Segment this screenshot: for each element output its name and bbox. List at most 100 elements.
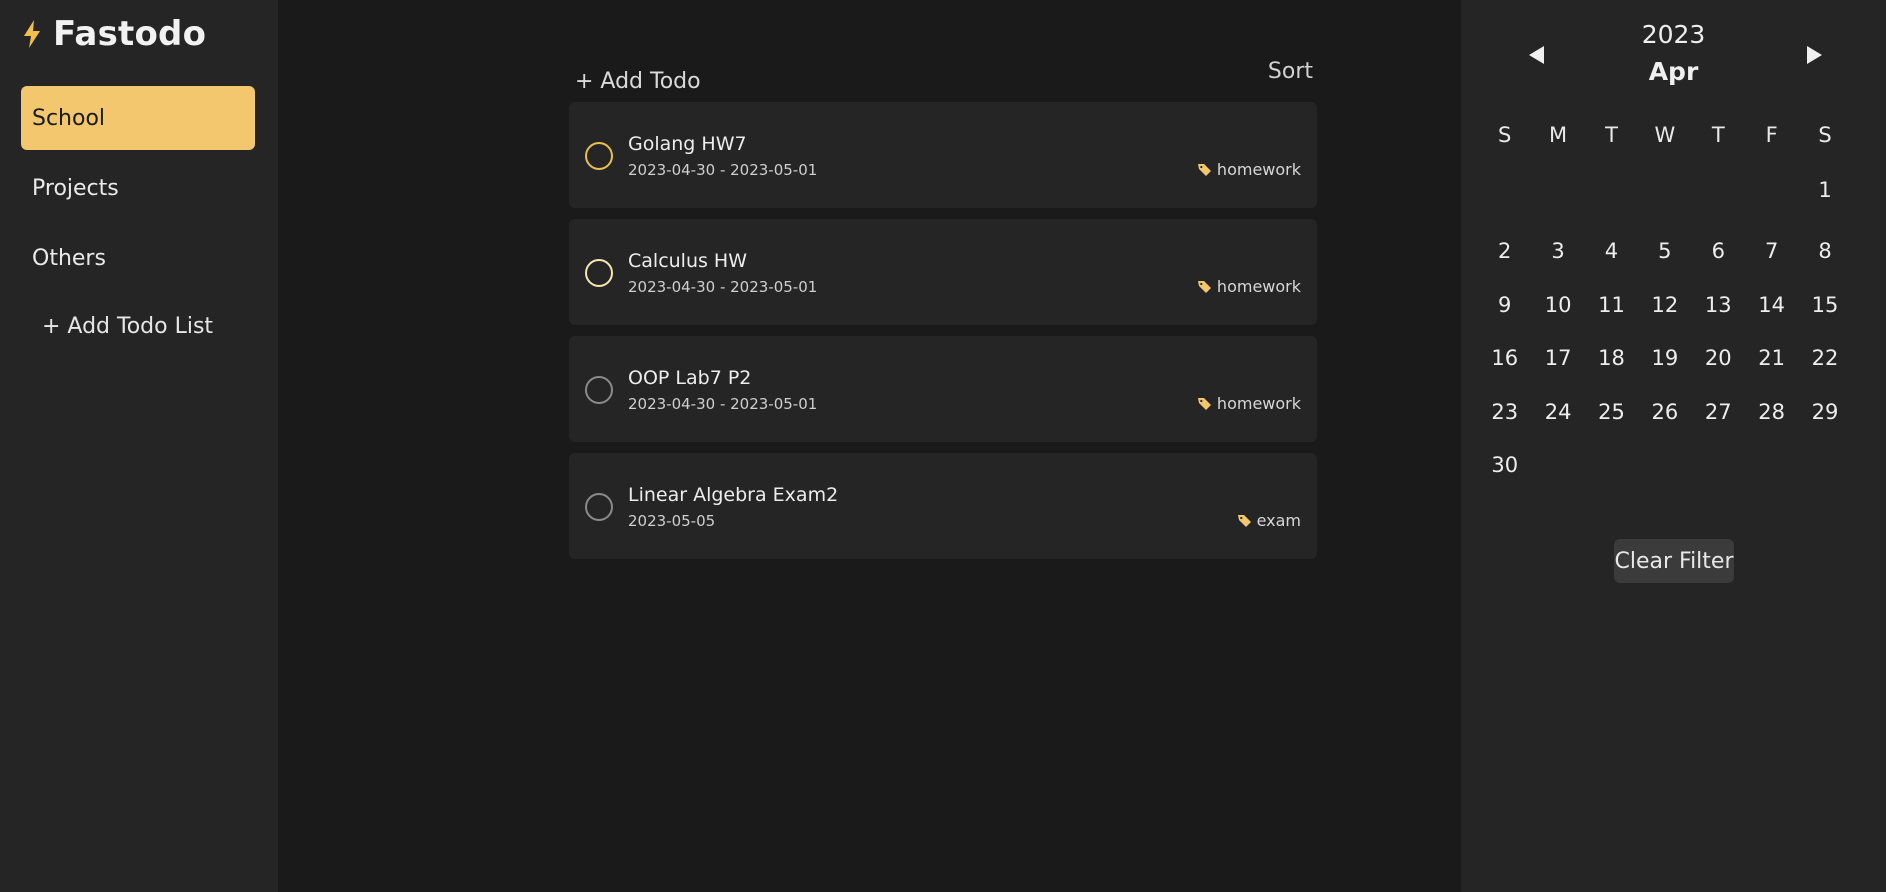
calendar-day-empty	[1798, 439, 1851, 493]
todo-date: 2023-04-30 - 2023-05-01	[628, 161, 818, 179]
calendar-day[interactable]: 14	[1745, 279, 1798, 333]
todo-title: Linear Algebra Exam2	[628, 484, 839, 506]
calendar-panel: 2023 Apr S M T W T F S 1 2 3 4 5 6 7 8 9 10 11 12 13…	[1461, 0, 1886, 892]
todo-date: 2023-05-05	[628, 512, 716, 530]
todo-item[interactable]: Calculus HW 2023-04-30 - 2023-05-01 home…	[569, 219, 1317, 325]
weekday-label: F	[1765, 123, 1778, 147]
calendar-day[interactable]: 9	[1478, 279, 1531, 333]
calendar-day[interactable]: 2	[1478, 225, 1531, 279]
calendar-day[interactable]: 12	[1638, 279, 1691, 333]
calendar-day-empty	[1638, 155, 1691, 225]
calendar-day[interactable]: 6	[1692, 225, 1745, 279]
calendar-day-empty	[1478, 155, 1531, 225]
app-title: Fastodo	[53, 14, 207, 54]
calendar-day[interactable]: 17	[1531, 332, 1584, 386]
calendar-day[interactable]: 28	[1745, 386, 1798, 440]
sidebar-item-school[interactable]: School	[21, 86, 255, 150]
weekday-label: T	[1605, 123, 1618, 147]
tag-icon	[1197, 281, 1211, 293]
tag-icon	[1197, 164, 1211, 176]
calendar-day[interactable]: 29	[1798, 386, 1851, 440]
weekday-label: M	[1549, 123, 1568, 147]
calendar-day[interactable]: 3	[1531, 225, 1584, 279]
todo-checkbox[interactable]	[585, 259, 613, 287]
calendar-grid: S M T W T F S 1 2 3 4 5 6 7 8 9 10 11 12 13 14 15 16 17 1…	[1478, 115, 1852, 493]
calendar-day[interactable]: 5	[1638, 225, 1691, 279]
todo-panel: + Add Todo Sort Golang HW7 2023-04-30 - …	[569, 52, 1317, 570]
todo-item[interactable]: Golang HW7 2023-04-30 - 2023-05-01 homew…	[569, 102, 1317, 208]
main-area: + Add Todo Sort Golang HW7 2023-04-30 - …	[278, 0, 1461, 892]
todo-item[interactable]: Linear Algebra Exam2 2023-05-05 exam	[569, 453, 1317, 559]
calendar-day-empty	[1692, 155, 1745, 225]
weekday-label: S	[1498, 123, 1512, 147]
calendar-day[interactable]: 30	[1478, 439, 1531, 493]
sidebar-item-projects[interactable]: Projects	[21, 156, 255, 220]
sidebar-item-label: Others	[32, 245, 106, 271]
todo-tag-label: homework	[1216, 394, 1301, 413]
sort-button[interactable]: Sort	[1268, 59, 1313, 94]
tag-icon	[1237, 515, 1251, 527]
calendar-day[interactable]: 24	[1531, 386, 1584, 440]
calendar-day[interactable]: 11	[1585, 279, 1638, 333]
calendar-day-empty	[1585, 439, 1638, 493]
weekday-label: T	[1711, 123, 1725, 147]
calendar-day[interactable]: 19	[1638, 332, 1691, 386]
calendar-day[interactable]: 27	[1692, 386, 1745, 440]
todo-checkbox[interactable]	[585, 376, 613, 404]
calendar-weekdays: S M T W T F S	[1478, 115, 1852, 155]
calendar-day[interactable]: 7	[1745, 225, 1798, 279]
add-todo-list-button[interactable]: + Add Todo List	[21, 296, 257, 356]
todo-date: 2023-04-30 - 2023-05-01	[628, 395, 818, 413]
calendar-day[interactable]: 10	[1531, 279, 1584, 333]
calendar-day[interactable]: 25	[1585, 386, 1638, 440]
calendar-week: 16 17 18 19 20 21 22	[1478, 332, 1852, 386]
todo-tag: exam	[1237, 511, 1301, 530]
sidebar: Fastodo School Projects Others + Add Tod…	[0, 0, 278, 892]
todo-checkbox[interactable]	[585, 493, 613, 521]
todo-tag-label: homework	[1216, 160, 1301, 179]
todo-checkbox[interactable]	[585, 142, 613, 170]
calendar-day[interactable]: 1	[1798, 155, 1851, 225]
calendar-day[interactable]: 16	[1478, 332, 1531, 386]
todo-toolbar: + Add Todo Sort	[569, 52, 1317, 100]
calendar-day-empty	[1692, 439, 1745, 493]
calendar-day[interactable]: 23	[1478, 386, 1531, 440]
calendar-week: 23 24 25 26 27 28 29	[1478, 386, 1852, 440]
calendar-day[interactable]: 20	[1692, 332, 1745, 386]
lightning-icon	[24, 20, 40, 48]
todo-item[interactable]: OOP Lab7 P2 2023-04-30 - 2023-05-01 home…	[569, 336, 1317, 442]
calendar-day[interactable]: 26	[1638, 386, 1691, 440]
calendar-day-empty	[1531, 439, 1584, 493]
todo-tag: homework	[1197, 394, 1301, 413]
add-todo-button[interactable]: + Add Todo	[575, 69, 701, 94]
calendar-day[interactable]: 15	[1798, 279, 1851, 333]
calendar-week: 30	[1478, 439, 1852, 493]
calendar-week: 1	[1478, 155, 1852, 225]
todo-date: 2023-04-30 - 2023-05-01	[628, 278, 818, 296]
next-month-icon[interactable]	[1803, 44, 1825, 66]
todo-list: Golang HW7 2023-04-30 - 2023-05-01 homew…	[569, 102, 1317, 559]
brand: Fastodo	[21, 14, 257, 54]
calendar-weeks: 1 2 3 4 5 6 7 8 9 10 11 12 13 14 15 16 17 18 19 20 21 22 23 24 2…	[1478, 155, 1852, 493]
sidebar-item-others[interactable]: Others	[21, 226, 255, 290]
calendar-week: 9 10 11 12 13 14 15	[1478, 279, 1852, 333]
calendar-week: 2345678	[1478, 225, 1852, 279]
calendar-day[interactable]: 22	[1798, 332, 1851, 386]
todo-tag-label: homework	[1216, 277, 1301, 296]
clear-filter-button[interactable]: Clear Filter	[1614, 539, 1734, 583]
weekday-label: W	[1654, 123, 1676, 147]
tag-icon	[1197, 398, 1211, 410]
calendar-day-empty	[1745, 439, 1798, 493]
calendar-day[interactable]: 13	[1692, 279, 1745, 333]
todo-title: OOP Lab7 P2	[628, 367, 752, 389]
sidebar-item-label: Projects	[32, 175, 119, 201]
calendar-day[interactable]: 4	[1585, 225, 1638, 279]
todo-title: Golang HW7	[628, 133, 747, 155]
app-window: Fastodo School Projects Others + Add Tod…	[0, 0, 1886, 892]
calendar-day[interactable]: 18	[1585, 332, 1638, 386]
calendar-day-empty	[1585, 155, 1638, 225]
calendar-day-empty	[1531, 155, 1584, 225]
calendar-day[interactable]: 21	[1745, 332, 1798, 386]
calendar-day[interactable]: 8	[1798, 225, 1851, 279]
weekday-label: S	[1818, 123, 1832, 147]
